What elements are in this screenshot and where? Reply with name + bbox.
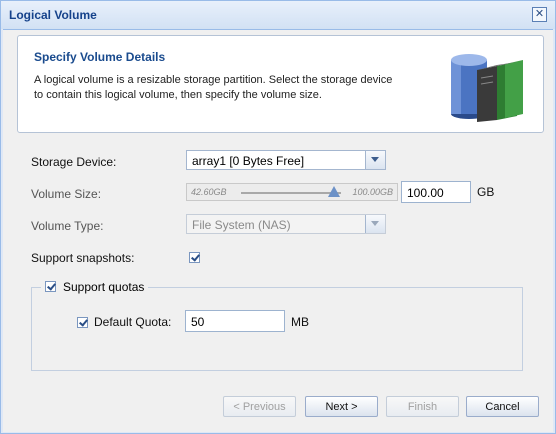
header-panel: Specify Volume Details A logical volume … <box>17 35 544 133</box>
header-description: A logical volume is a resizable storage … <box>34 74 393 101</box>
quotas-legend: Support quotas Support quotas <box>41 279 149 295</box>
volume-size-label: Volume Size: <box>31 187 102 201</box>
support-quotas-label: Support quotas <box>63 280 145 294</box>
default-quota-label: Default Quota: <box>94 315 172 329</box>
support-quotas-checkbox[interactable] <box>45 281 56 292</box>
support-snapshots-checkbox[interactable] <box>189 252 200 263</box>
default-quota-unit: MB <box>291 315 309 329</box>
default-quota-checkbox[interactable] <box>77 317 88 328</box>
volume-type-select[interactable]: File System (NAS) <box>186 214 386 234</box>
volume-size-unit: GB <box>477 185 495 199</box>
volume-size-input[interactable]: 100.00 <box>401 181 471 203</box>
titlebar[interactable]: Logical Volume ✕ <box>1 1 555 29</box>
slider-min-label: 42.60GB <box>191 187 227 197</box>
finish-button[interactable]: Finish <box>386 396 459 417</box>
next-button[interactable]: Next > <box>305 396 378 417</box>
volume-size-value: 100.00 <box>407 186 444 200</box>
default-quota-input[interactable]: 50 <box>185 310 285 332</box>
storage-device-select[interactable]: array1 [0 Bytes Free] <box>186 150 386 170</box>
storage-device-label: Storage Device: <box>31 155 117 169</box>
logical-volume-dialog: Logical Volume ✕ Specify Volume Details … <box>0 0 556 434</box>
volume-size-slider[interactable]: 42.60GB 100.00GB <box>186 183 398 201</box>
close-icon[interactable]: ✕ <box>532 7 547 22</box>
storage-volumes-icon <box>451 54 523 122</box>
support-snapshots-label: Support snapshots: <box>31 251 135 265</box>
chevron-down-icon[interactable] <box>365 215 385 233</box>
default-quota-value: 50 <box>191 315 205 329</box>
header-title: Specify Volume Details <box>34 50 166 64</box>
volume-type-value: File System (NAS) <box>192 218 291 232</box>
slider-thumb[interactable] <box>328 186 340 197</box>
content-panel: Specify Volume Details A logical volume … <box>3 29 553 432</box>
storage-device-value: array1 [0 Bytes Free] <box>192 154 305 168</box>
slider-max-label: 100.00GB <box>352 187 393 197</box>
previous-button[interactable]: < Previous <box>223 396 296 417</box>
cancel-button[interactable]: Cancel <box>466 396 539 417</box>
slider-track <box>241 192 341 194</box>
chevron-down-icon[interactable] <box>365 151 385 169</box>
volume-type-label: Volume Type: <box>31 219 104 233</box>
window-title: Logical Volume <box>9 8 97 22</box>
